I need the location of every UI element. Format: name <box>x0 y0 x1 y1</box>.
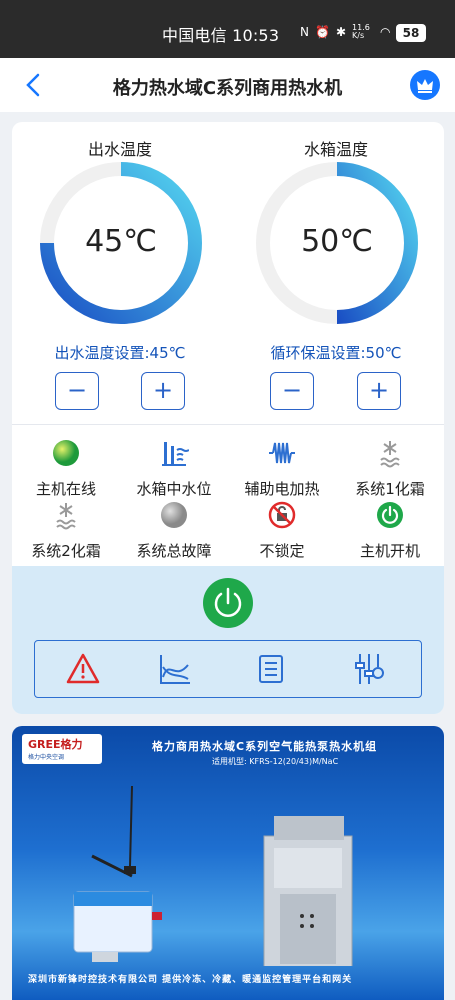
gree-logo: GREE格力 格力中央空调 <box>22 734 102 764</box>
status-bar: 中国电信 10:53 N ⏰ ✱ 11.6 K/s ◠ 5G ▮ 58 <box>0 0 455 58</box>
water-level-icon <box>162 442 190 466</box>
fault-dot-icon <box>161 502 187 528</box>
status-label: 主机在线 <box>35 480 96 498</box>
outlet-temp-setting: 出水温度设置:45℃ <box>54 344 186 362</box>
crown-icon <box>417 79 433 93</box>
nfc-icon: N <box>300 25 309 39</box>
status-sys2-defrost: 系统2化霜 <box>12 500 120 561</box>
defrost-icon <box>56 503 76 530</box>
divider <box>12 424 444 425</box>
nav-bar: 格力热水域C系列商用热水机 <box>0 58 455 112</box>
electric-heating-icon <box>269 442 295 464</box>
status-label: 辅助电加热 <box>244 480 320 498</box>
status-unlocked: 不锁定 <box>228 500 336 561</box>
power-button[interactable] <box>203 578 253 628</box>
tank-temp-value: 50℃ <box>301 224 373 259</box>
status-sys1-defrost: 系统1化霜 <box>336 438 444 499</box>
bluetooth-icon: ✱ <box>335 25 346 39</box>
records-button[interactable] <box>253 651 289 687</box>
warning-icon <box>66 653 100 684</box>
power-icon <box>214 587 242 617</box>
outlet-temp-plus-button[interactable]: + <box>141 372 185 410</box>
alarm-button[interactable] <box>65 651 101 687</box>
recirc-temp-plus-button[interactable]: + <box>357 372 401 410</box>
unlocked-icon <box>268 501 296 529</box>
carrier-time: 中国电信 10:53 <box>162 26 280 45</box>
page-title: 格力热水域C系列商用热水机 <box>112 78 343 99</box>
status-aux-heating: 辅助电加热 <box>228 438 336 499</box>
list-icon <box>259 655 283 683</box>
wifi-icon: ◠ <box>380 25 391 39</box>
status-label: 水箱中水位 <box>136 480 212 498</box>
status-water-level: 水箱中水位 <box>120 438 228 499</box>
status-label: 不锁定 <box>259 542 305 560</box>
outlet-temp-value: 45℃ <box>85 224 157 259</box>
product-illustration <box>73 785 353 966</box>
status-host-online: 主机在线 <box>12 438 120 499</box>
net-speed: 11.6 K/s <box>352 23 370 40</box>
settings-button[interactable] <box>351 651 387 687</box>
online-dot-icon <box>53 440 79 466</box>
banner-footer: 深圳市新锋时控技术有限公司 提供冷冻、冷藏、暖通监控管理平台和网关 <box>28 975 353 985</box>
battery-indicator: 58 <box>396 24 426 42</box>
device-card: 出水温度 45℃ 水箱温度 50℃ 出水温度设置:45℃ 循环保温设置:50℃ … <box>12 122 444 714</box>
product-banner[interactable]: GREE格力 格力中央空调 格力商用热水域C系列空气能热泵热水机组 适用机型: … <box>12 726 444 1000</box>
control-area <box>12 566 444 714</box>
status-label: 系统1化霜 <box>355 480 425 498</box>
defrost-icon <box>380 441 400 468</box>
status-system-fault: 系统总故障 <box>120 500 228 561</box>
outlet-temp-title: 出水温度 <box>87 140 152 159</box>
power-on-icon <box>377 502 403 528</box>
banner-headline: 格力商用热水域C系列空气能热泵热水机组 <box>152 740 378 753</box>
recirc-temp-minus-button[interactable]: − <box>270 372 314 410</box>
sliders-icon <box>355 654 384 684</box>
outlet-temp-minus-button[interactable]: − <box>55 372 99 410</box>
recirc-temp-setting: 循环保温设置:50℃ <box>270 344 402 362</box>
function-toolbar <box>34 640 422 698</box>
tank-temp-title: 水箱温度 <box>303 140 368 159</box>
status-label: 系统总故障 <box>136 542 212 560</box>
status-label: 主机开机 <box>359 542 420 560</box>
status-host-power: 主机开机 <box>336 500 444 561</box>
alarm-icon: ⏰ <box>314 25 330 39</box>
vip-button[interactable] <box>410 70 440 100</box>
status-label: 系统2化霜 <box>31 542 101 560</box>
line-chart-icon <box>160 655 190 684</box>
trend-chart-button[interactable] <box>157 651 193 687</box>
